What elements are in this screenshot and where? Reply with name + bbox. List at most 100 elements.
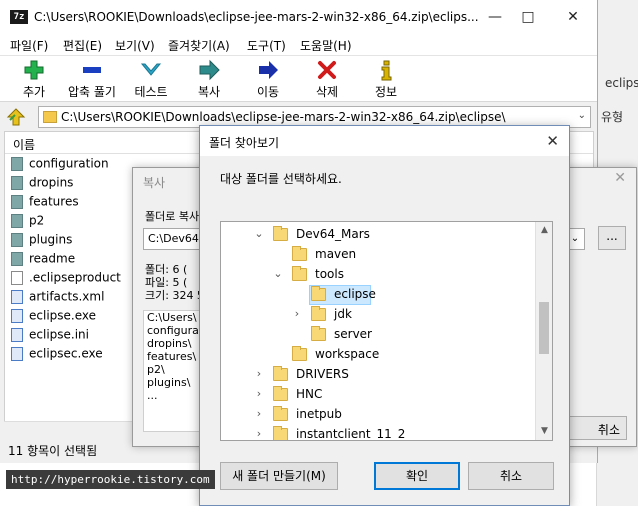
background-fragment: eclips xyxy=(605,76,638,90)
menu-file[interactable]: 파일(F) xyxy=(10,37,48,54)
list-item-name: readme xyxy=(29,251,76,266)
chevron-right-icon[interactable]: › xyxy=(253,387,265,400)
tree-item[interactable]: › DRIVERS xyxy=(221,365,536,385)
copy-button[interactable]: 복사 xyxy=(181,59,237,100)
tree-item[interactable]: workspace xyxy=(221,345,536,365)
list-item[interactable]: p2 xyxy=(11,213,44,232)
file-icon xyxy=(11,327,23,342)
folder-icon xyxy=(311,306,326,321)
list-item[interactable]: eclipse.ini xyxy=(11,327,89,346)
list-item[interactable]: features xyxy=(11,194,79,213)
list-item[interactable]: dropins xyxy=(11,175,73,194)
info-icon xyxy=(381,60,392,81)
chevron-right-icon[interactable]: › xyxy=(291,307,303,320)
folder-icon xyxy=(273,226,288,241)
close-button[interactable]: ✕ xyxy=(546,132,559,150)
browse-button[interactable]: ... xyxy=(598,226,626,250)
list-item-name: eclipse.exe xyxy=(29,308,97,323)
folder-icon xyxy=(273,386,288,401)
menu-favorites[interactable]: 즐겨찾기(A) xyxy=(168,37,230,54)
maximize-button[interactable]: □ xyxy=(513,6,543,28)
folder-icon xyxy=(311,326,326,341)
tree-item[interactable]: eclipse xyxy=(221,285,536,305)
tree-item-label: instantclient_11_2 xyxy=(296,427,406,441)
tree-item-label: server xyxy=(334,327,372,341)
list-item-name: eclipse.ini xyxy=(29,327,89,342)
ok-button[interactable]: 확인 xyxy=(374,462,460,490)
cancel-button[interactable]: 취소 xyxy=(468,462,554,490)
info-label: 정보 xyxy=(374,85,398,99)
up-arrow-icon xyxy=(6,108,26,126)
list-item[interactable]: plugins xyxy=(11,232,72,251)
delete-button[interactable]: 삭제 xyxy=(299,59,355,100)
extract-button[interactable]: 압축 풀기 xyxy=(64,59,120,100)
size-text: 크기: 324 5 xyxy=(145,289,204,302)
tree-item-label: eclipse xyxy=(334,287,376,301)
tree-item[interactable]: › jdk xyxy=(221,305,536,325)
tree-item-label: workspace xyxy=(315,347,380,361)
tree-item[interactable]: ⌄ tools xyxy=(221,265,536,285)
list-item[interactable]: eclipse.exe xyxy=(11,308,96,327)
scroll-down-icon[interactable]: ▼ xyxy=(536,423,552,440)
7zip-logo-icon: 7z xyxy=(10,10,28,24)
menu-tools[interactable]: 도구(T) xyxy=(247,37,286,54)
up-folder-button[interactable] xyxy=(6,108,26,126)
add-icon xyxy=(24,60,44,80)
window-title: C:\Users\ROOKIE\Downloads\eclipse-jee-ma… xyxy=(34,10,479,24)
new-folder-button[interactable]: 새 폴더 만들기(M) xyxy=(220,462,338,490)
chevron-right-icon[interactable]: › xyxy=(253,367,265,380)
vertical-scrollbar[interactable]: ▲ ▼ xyxy=(535,222,552,440)
move-button[interactable]: 이동 xyxy=(240,59,296,100)
tree-item[interactable]: › instantclient_11_2 xyxy=(221,425,536,441)
info-button[interactable]: 정보 xyxy=(358,59,414,100)
extract-label: 압축 풀기 xyxy=(68,85,116,99)
test-button[interactable]: 테스트 xyxy=(123,59,179,100)
move-label: 이동 xyxy=(256,85,280,99)
list-item[interactable]: .eclipseproduct xyxy=(11,270,121,289)
scrollbar-thumb[interactable] xyxy=(539,302,549,354)
chevron-right-icon[interactable]: › xyxy=(253,427,265,440)
list-item-name: eclipsec.exe xyxy=(29,346,103,361)
tree-item[interactable]: › inetpub xyxy=(221,405,536,425)
chevron-right-icon[interactable]: › xyxy=(253,407,265,420)
copy-label: 복사 xyxy=(197,85,221,99)
list-item-name: .eclipseproduct xyxy=(29,270,121,285)
folder-icon xyxy=(273,426,288,440)
tree-item-label: Dev64_Mars xyxy=(296,227,370,241)
menu-view[interactable]: 보기(V) xyxy=(115,37,155,54)
folder-icon xyxy=(11,213,23,228)
list-item[interactable]: configuration xyxy=(11,156,109,175)
test-icon xyxy=(140,63,162,76)
tree-item-label: inetpub xyxy=(296,407,342,421)
tree-item-label: DRIVERS xyxy=(296,367,349,381)
copy-dialog-title: 복사 xyxy=(143,176,166,190)
list-item-name: configuration xyxy=(29,156,109,171)
tree-item[interactable]: server xyxy=(221,325,536,345)
list-item[interactable]: eclipsec.exe xyxy=(11,346,103,365)
menu-edit[interactable]: 편집(E) xyxy=(63,37,102,54)
minimize-button[interactable]: — xyxy=(480,6,510,28)
folder-icon xyxy=(273,406,288,421)
folder-icon xyxy=(273,366,288,381)
dialog-title: 폴더 찾아보기 xyxy=(209,136,280,150)
chevron-down-icon[interactable]: ⌄ xyxy=(253,227,265,240)
add-button[interactable]: 추가 xyxy=(6,59,62,100)
file-icon xyxy=(11,346,23,361)
tree-item[interactable]: maven xyxy=(221,245,536,265)
browse-folder-dialog: 폴더 찾아보기 ✕ 대상 폴더를 선택하세요. ⌄ Dev64_Marsmaven… xyxy=(199,125,570,506)
list-item[interactable]: artifacts.xml xyxy=(11,289,104,308)
list-item[interactable]: readme xyxy=(11,251,75,270)
tree-item[interactable]: › HNC xyxy=(221,385,536,405)
scroll-up-icon[interactable]: ▲ xyxy=(536,222,552,239)
list-item-name: plugins xyxy=(29,232,73,247)
file-icon xyxy=(11,308,23,323)
folder-icon xyxy=(11,156,23,171)
menu-help[interactable]: 도움말(H) xyxy=(300,37,352,54)
tree-item[interactable]: ⌄ Dev64_Mars xyxy=(221,225,536,245)
close-icon[interactable]: ✕ xyxy=(614,170,626,186)
move-icon xyxy=(259,61,278,79)
chevron-down-icon[interactable]: ⌄ xyxy=(578,110,586,121)
close-button[interactable]: ✕ xyxy=(558,6,588,28)
prompt-text: 대상 폴더를 선택하세요. xyxy=(220,172,342,186)
chevron-down-icon[interactable]: ⌄ xyxy=(272,267,284,280)
